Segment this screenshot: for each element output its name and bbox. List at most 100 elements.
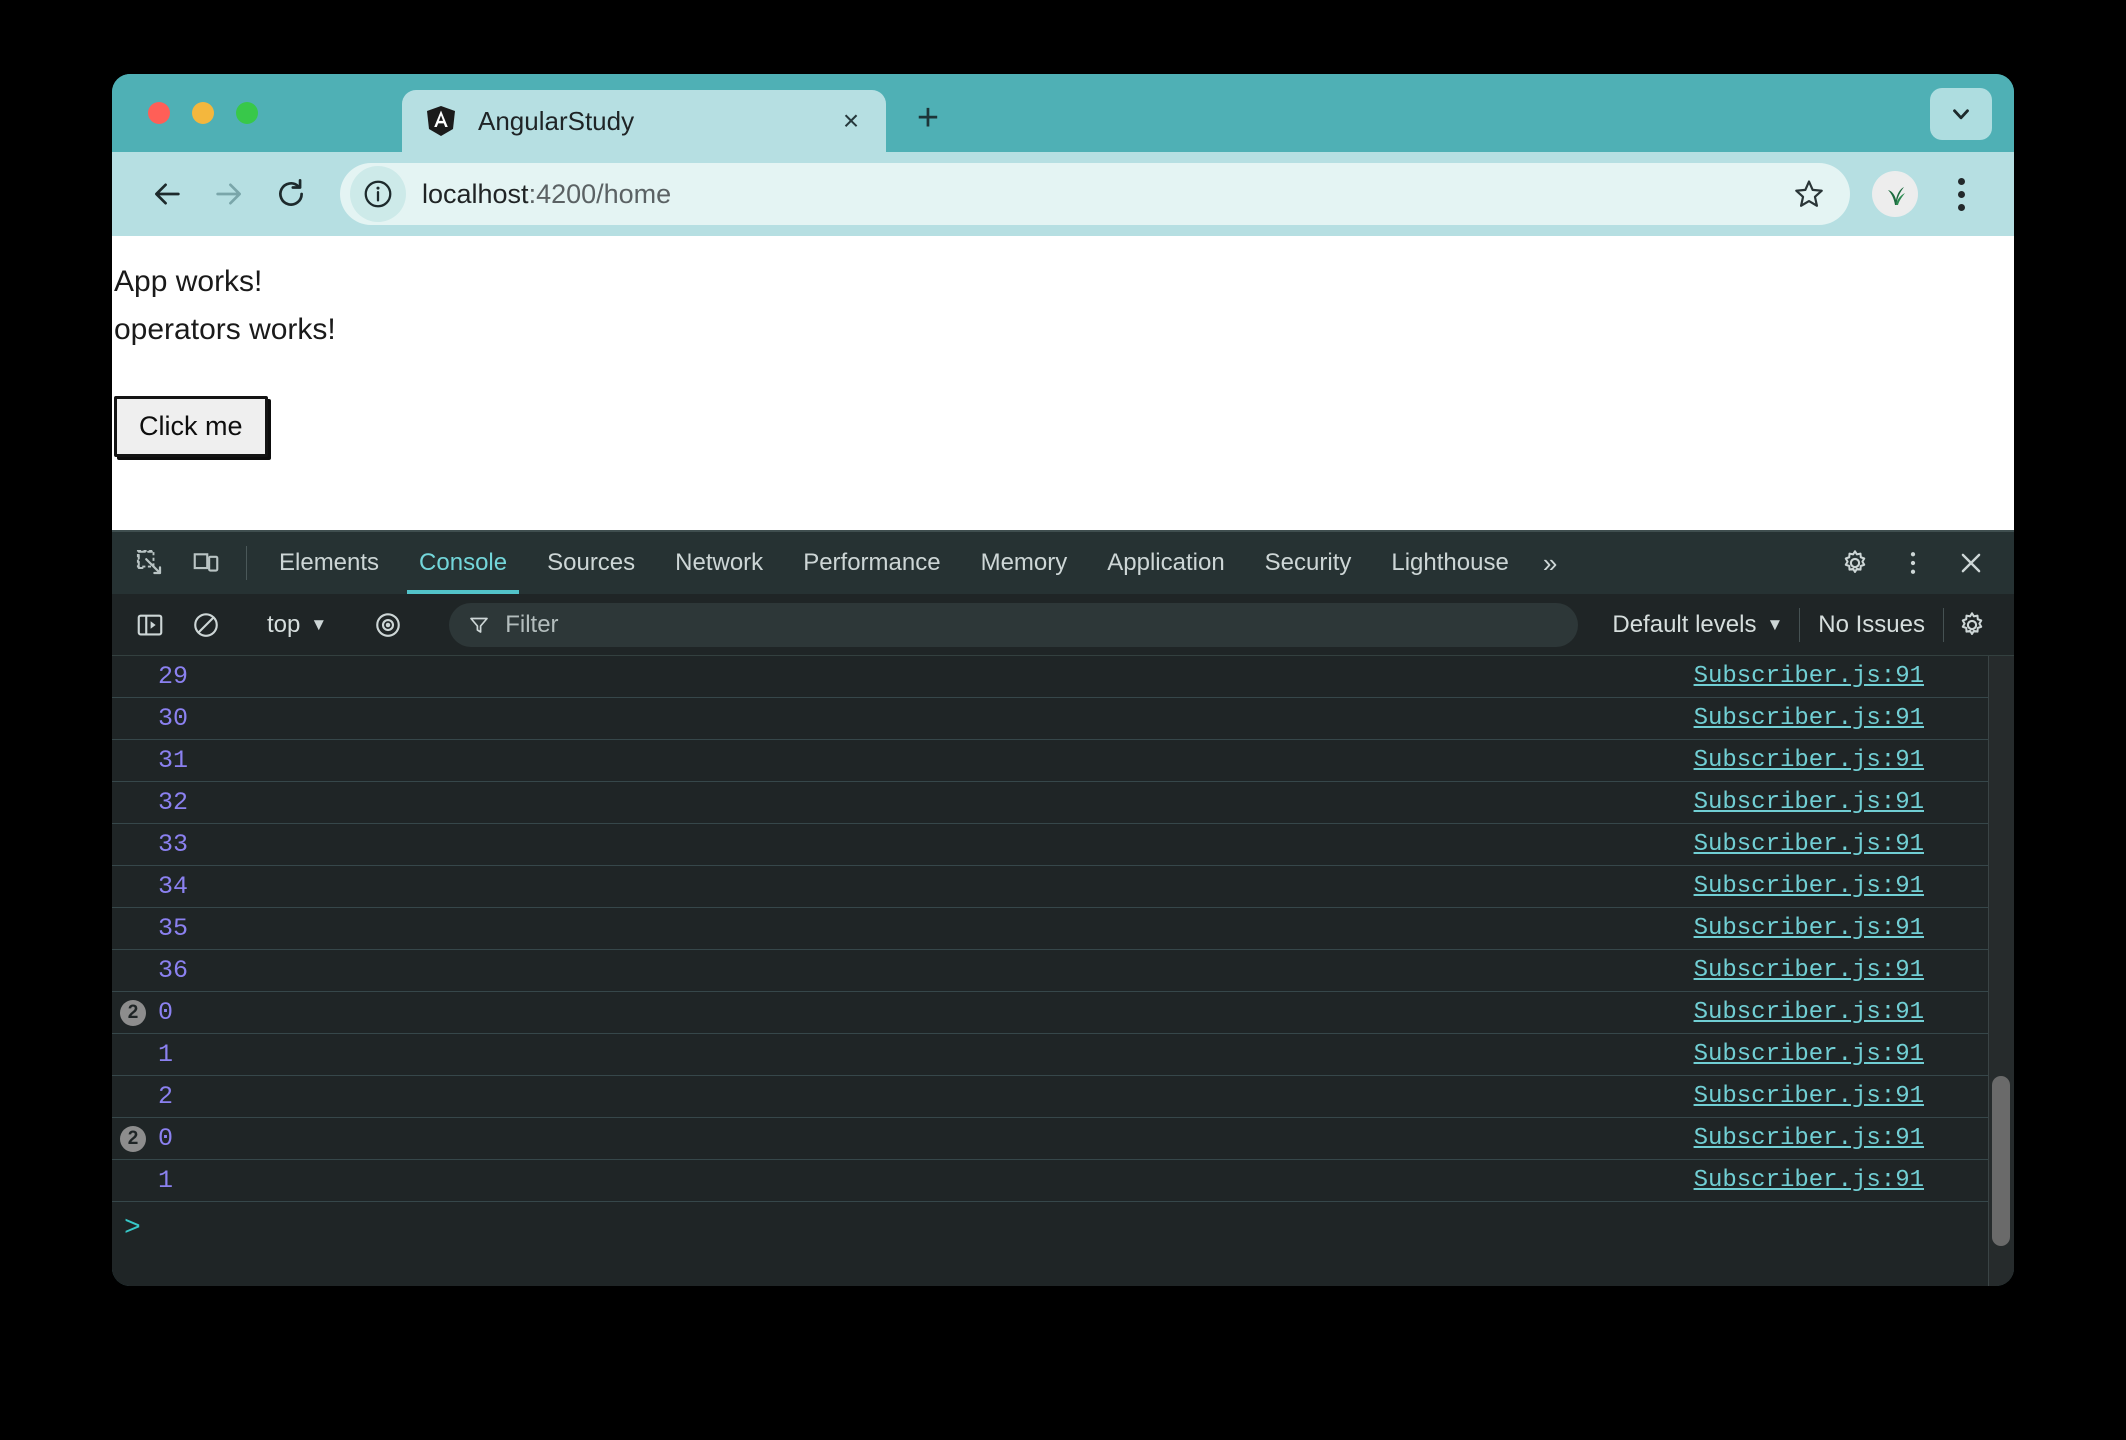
clear-console-icon <box>194 612 218 637</box>
kebab-dot <box>1957 203 1965 211</box>
console-message-row[interactable]: 36 Subscriber.js:91 <box>112 950 2014 992</box>
console-filter-input[interactable]: Filter <box>449 602 1579 647</box>
tab-sources[interactable]: Sources <box>527 532 655 594</box>
console-message-list: 29 Subscriber.js:91 30 Subscriber.js:91 31 Su… <box>112 656 2014 1202</box>
close-tab-button[interactable]: × <box>834 104 868 138</box>
divider <box>246 546 247 580</box>
tab-security[interactable]: Security <box>1245 532 1372 594</box>
inspect-element-button[interactable] <box>122 532 178 594</box>
console-message-row[interactable]: 1 Subscriber.js:91 <box>112 1034 2014 1076</box>
console-toolbar: top ▼ Filter Default levels ▼ No Issues <box>112 594 2014 656</box>
devtools-more-options-button[interactable] <box>1884 548 1942 578</box>
console-message-source-link[interactable]: Subscriber.js:91 <box>1694 1041 2014 1068</box>
bookmark-star-icon[interactable] <box>1782 167 1836 221</box>
toggle-device-toolbar-button[interactable] <box>178 532 234 594</box>
back-button[interactable] <box>136 163 198 225</box>
console-message-row[interactable]: 34 Subscriber.js:91 <box>112 866 2014 908</box>
console-message-source-link[interactable]: Subscriber.js:91 <box>1694 705 2014 732</box>
console-scrollbar-track[interactable] <box>1988 656 2014 1286</box>
live-expression-button[interactable] <box>360 610 416 640</box>
console-message-row[interactable]: 2 Subscriber.js:91 <box>112 1076 2014 1118</box>
devtools-panel: Elements Console Sources Network Perform… <box>112 530 2014 1286</box>
tab-title: AngularStudy <box>478 105 635 136</box>
device-toolbar-icon <box>193 553 219 572</box>
tab-strip: AngularStudy × + <box>112 74 2014 152</box>
console-message-row[interactable]: 2 0 Subscriber.js:91 <box>112 992 2014 1034</box>
funnel-icon <box>470 617 489 633</box>
console-message-row[interactable]: 35 Subscriber.js:91 <box>112 908 2014 950</box>
browser-toolbar: localhost:4200/home <box>112 152 2014 236</box>
tab-performance[interactable]: Performance <box>783 532 960 594</box>
console-message-row[interactable]: 2 0 Subscriber.js:91 <box>112 1118 2014 1160</box>
arrow-left-icon <box>155 183 180 205</box>
console-message-source-link[interactable]: Subscriber.js:91 <box>1694 999 2014 1026</box>
console-message-source-link[interactable]: Subscriber.js:91 <box>1694 873 2014 900</box>
browser-menu-button[interactable] <box>1934 167 1988 221</box>
console-scrollbar-thumb[interactable] <box>1992 1076 2010 1246</box>
profile-avatar-icon <box>1875 174 1915 214</box>
console-message-source-link[interactable]: Subscriber.js:91 <box>1694 831 2014 858</box>
kebab-dot <box>1957 190 1965 198</box>
console-message-source-link[interactable]: Subscriber.js:91 <box>1694 789 2014 816</box>
devtools-close-button[interactable] <box>1942 548 2000 578</box>
close-window-button[interactable] <box>148 102 170 124</box>
reload-button[interactable] <box>260 163 322 225</box>
devtools-tabbar-actions <box>1801 532 2014 594</box>
console-sidebar-icon <box>137 614 163 635</box>
forward-button[interactable] <box>198 163 260 225</box>
new-tab-button[interactable]: + <box>902 92 954 144</box>
console-message-source-link[interactable]: Subscriber.js:91 <box>1694 663 2014 690</box>
console-message-row[interactable]: 1 Subscriber.js:91 <box>112 1160 2014 1202</box>
click-me-button[interactable]: Click me <box>114 396 268 457</box>
execution-context-selector[interactable]: top ▼ <box>259 611 335 639</box>
console-message-text: 1 <box>158 1166 174 1195</box>
tab-application[interactable]: Application <box>1087 532 1244 594</box>
console-message-text: 0 <box>158 1124 174 1153</box>
console-message-text: 1 <box>158 1040 174 1069</box>
url-host: localhost <box>422 178 529 209</box>
profile-avatar[interactable] <box>1872 171 1918 217</box>
tab-search-button[interactable] <box>1930 88 1992 140</box>
repeat-count-badge: 2 <box>120 1125 146 1152</box>
live-expression-eye-icon <box>376 612 401 637</box>
console-message-source-link[interactable]: Subscriber.js:91 <box>1694 747 2014 774</box>
console-message-source-link[interactable]: Subscriber.js:91 <box>1694 957 2014 984</box>
clear-console-button[interactable] <box>178 610 234 640</box>
browser-tab[interactable]: AngularStudy × <box>402 90 886 152</box>
tab-elements[interactable]: Elements <box>259 532 399 594</box>
tab-network[interactable]: Network <box>655 532 783 594</box>
console-message-text: 32 <box>158 788 189 817</box>
tab-memory[interactable]: Memory <box>961 532 1088 594</box>
console-message-row[interactable]: 30 Subscriber.js:91 <box>112 698 2014 740</box>
console-message-row[interactable]: 31 Subscriber.js:91 <box>112 740 2014 782</box>
angular-logo-icon <box>424 104 458 138</box>
browser-window: AngularStudy × + localhost:4200/home App… <box>112 74 2014 1286</box>
devtools-settings-button[interactable] <box>1826 548 1884 578</box>
more-tabs-button[interactable]: » <box>1529 532 1571 594</box>
console-log-area[interactable]: 29 Subscriber.js:91 30 Subscriber.js:91 31 Su… <box>112 656 2014 1286</box>
log-levels-selector[interactable]: Default levels ▼ <box>1596 611 1799 639</box>
page-viewport: App works! operators works! Click me <box>112 236 2014 530</box>
info-circle-icon[interactable] <box>350 166 406 222</box>
app-works-text: App works! <box>114 265 263 298</box>
console-message-row[interactable]: 33 Subscriber.js:91 <box>112 824 2014 866</box>
maximize-window-button[interactable] <box>236 102 258 124</box>
arrow-right-icon <box>216 183 241 205</box>
tab-console[interactable]: Console <box>399 532 527 594</box>
console-message-source-link[interactable]: Subscriber.js:91 <box>1694 915 2014 942</box>
repeat-count-badge-slot: 2 <box>116 999 150 1026</box>
issues-status[interactable]: No Issues <box>1800 611 1943 639</box>
tab-lighthouse[interactable]: Lighthouse <box>1371 532 1528 594</box>
console-settings-button[interactable] <box>1944 610 2000 640</box>
inspect-element-icon <box>136 549 162 575</box>
console-message-source-link[interactable]: Subscriber.js:91 <box>1694 1167 2014 1194</box>
console-message-source-link[interactable]: Subscriber.js:91 <box>1694 1083 2014 1110</box>
console-message-row[interactable]: 32 Subscriber.js:91 <box>112 782 2014 824</box>
minimize-window-button[interactable] <box>192 102 214 124</box>
console-message-source-link[interactable]: Subscriber.js:91 <box>1694 1125 2014 1152</box>
console-sidebar-button[interactable] <box>122 610 178 640</box>
address-bar[interactable]: localhost:4200/home <box>340 163 1850 225</box>
console-prompt[interactable]: > <box>112 1202 2014 1256</box>
console-message-row[interactable]: 29 Subscriber.js:91 <box>112 656 2014 698</box>
